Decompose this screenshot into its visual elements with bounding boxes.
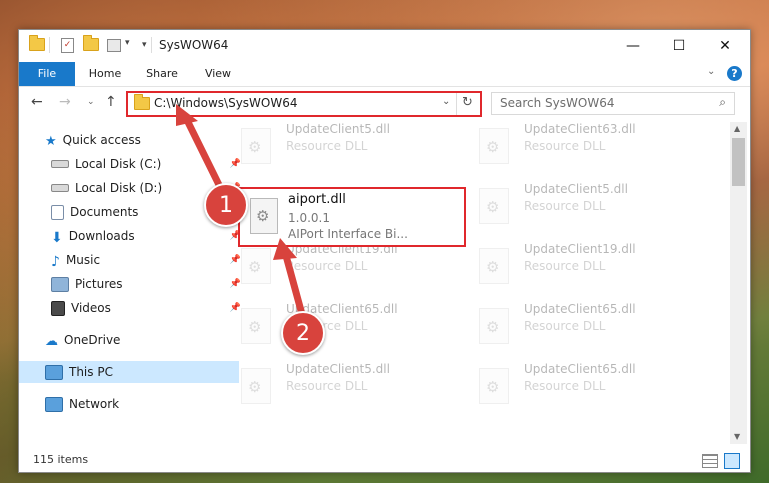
annotation-arrows [176,104,307,322]
step-2-badge: 2 [281,311,325,355]
step-1-badge: 1 [204,183,248,227]
